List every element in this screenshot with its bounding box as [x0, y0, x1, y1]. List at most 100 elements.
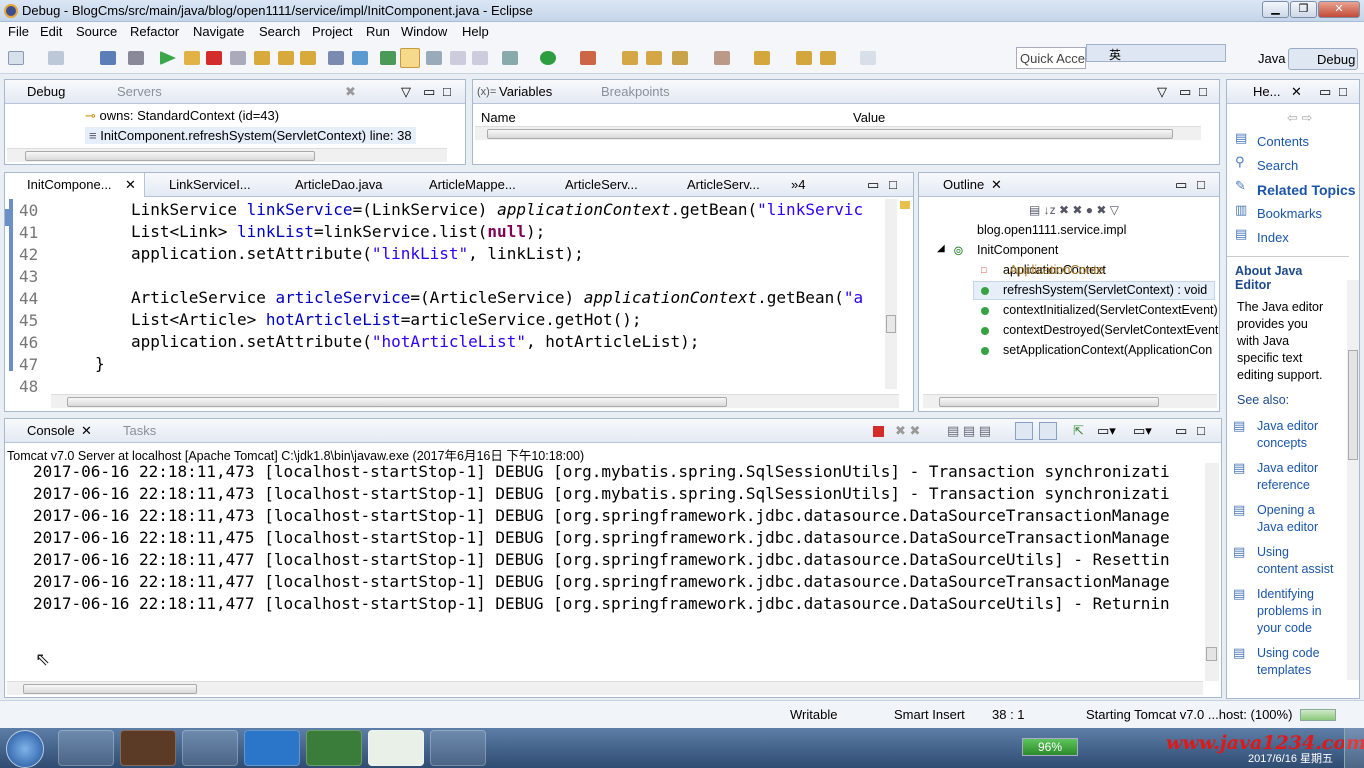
perspective-java[interactable]: Java — [1236, 48, 1289, 70]
open-task-icon[interactable] — [646, 51, 662, 65]
code-area[interactable]: LinkService linkService=(LinkService) ap… — [63, 200, 885, 396]
close-tab-icon[interactable]: ✕ — [991, 177, 1002, 193]
taskbar-eclipse-icon[interactable] — [120, 730, 176, 766]
taskbar-camtasia-icon[interactable] — [306, 730, 362, 766]
minimize-view-icon[interactable]: ▭ — [1175, 177, 1187, 193]
back-nav-icon[interactable] — [820, 51, 836, 65]
debug-row-frame[interactable]: ≡ InitComponent.refreshSystem(ServletCon… — [85, 127, 416, 144]
tab-outline[interactable]: Outline — [943, 177, 984, 192]
ime-bar[interactable]: 英 — [1086, 44, 1226, 62]
suspend-icon[interactable] — [184, 51, 200, 65]
menu-run[interactable]: Run — [366, 24, 390, 39]
pin-console-icon[interactable]: ⇱ — [1073, 423, 1084, 439]
outline-toolbar[interactable]: ▤ ↓z ✖ ✖ ● ✖ ▽ — [1029, 203, 1119, 217]
taskbar-camtasia2-icon[interactable] — [368, 730, 424, 766]
help-topic[interactable]: Identifying problems in your code — [1257, 586, 1322, 637]
maximize-view-icon[interactable]: □ — [889, 177, 897, 192]
outline-hscrollbar[interactable] — [923, 394, 1217, 408]
variables-hscrollbar[interactable] — [475, 126, 1201, 140]
remove-launch-icon[interactable]: ✖ ✖ — [895, 423, 920, 439]
console-output[interactable]: 2017-06-16 22:18:11,473 [localhost-start… — [5, 463, 1205, 675]
console-icon[interactable] — [100, 51, 116, 65]
help-topic[interactable]: Opening a Java editor — [1257, 502, 1318, 536]
minimize-view-icon[interactable]: ▭ — [423, 84, 435, 100]
toggle-icon[interactable] — [426, 51, 442, 65]
help-link-search[interactable]: Search — [1257, 158, 1298, 173]
tab-console[interactable]: Console — [27, 423, 75, 438]
resume-icon[interactable] — [160, 51, 176, 65]
perspective-debug[interactable]: Debug — [1288, 48, 1358, 70]
open-type-icon[interactable] — [622, 51, 638, 65]
drop-to-frame-icon[interactable] — [328, 51, 344, 65]
tab-articledao[interactable]: ArticleDao.java — [295, 177, 382, 192]
outline-member[interactable]: refreshSystem(ServletContext) : void — [1003, 283, 1207, 297]
outline-class[interactable]: InitComponent — [977, 243, 1058, 257]
step-into-icon[interactable] — [254, 51, 270, 65]
collapse-icon[interactable]: ◢ — [937, 243, 945, 254]
start-button[interactable] — [6, 730, 44, 768]
outline-member[interactable]: contextDestroyed(ServletContextEvent — [1003, 323, 1218, 337]
maximize-button[interactable]: ❐ — [1290, 1, 1317, 18]
run-icon[interactable] — [540, 51, 556, 65]
clock-date[interactable]: 2017/6/16 星期五 — [1248, 750, 1333, 766]
menu-window[interactable]: Window — [401, 24, 447, 39]
console-vscrollbar[interactable] — [1205, 463, 1219, 681]
status-progress[interactable]: Starting Tomcat v7.0 ...host: (100%) — [1086, 707, 1292, 722]
terminate-icon[interactable] — [873, 426, 884, 437]
view-menu-icon[interactable]: ▽ — [1157, 84, 1167, 100]
menu-refactor[interactable]: Refactor — [130, 24, 179, 39]
help-topic[interactable]: Using code templates — [1257, 645, 1320, 679]
menu-navigate[interactable]: Navigate — [193, 24, 244, 39]
taskbar-app-icon[interactable] — [430, 730, 486, 766]
help-link-index[interactable]: Index — [1257, 230, 1289, 245]
mark-icon[interactable] — [450, 51, 466, 65]
show-on-output-icon[interactable] — [1039, 422, 1057, 440]
show-desktop-button[interactable] — [1344, 728, 1364, 768]
taskbar-app-icon[interactable] — [58, 730, 114, 766]
close-tab-icon[interactable]: ✕ — [81, 423, 92, 439]
open-console-icon[interactable]: ▭▾ — [1133, 423, 1152, 439]
outline-package[interactable]: blog.open1111.service.impl — [977, 223, 1126, 237]
help-link-related[interactable]: Related Topics — [1257, 182, 1356, 198]
console-toolbar[interactable]: ▤ ▤ ▤ — [947, 423, 991, 439]
minimize-button[interactable]: ▁ — [1262, 1, 1289, 18]
maximize-view-icon[interactable]: □ — [1197, 423, 1205, 438]
editor-hscrollbar[interactable] — [51, 394, 899, 408]
maximize-view-icon[interactable]: □ — [443, 84, 451, 99]
tab-articleservice[interactable]: ArticleServ... — [565, 177, 638, 192]
tab-articlemapper[interactable]: ArticleMappe... — [429, 177, 516, 192]
highlight-icon[interactable] — [400, 48, 420, 68]
close-tab-icon[interactable]: ✕ — [1291, 84, 1302, 100]
help-nav-icon[interactable]: ⇦ ⇨ — [1287, 110, 1312, 126]
tab-help[interactable]: He... — [1253, 84, 1280, 99]
help-link-bookmarks[interactable]: Bookmarks — [1257, 206, 1322, 221]
tab-variables[interactable]: Variables — [499, 84, 552, 99]
help-vscrollbar[interactable] — [1347, 280, 1359, 680]
tab-breakpoints[interactable]: Breakpoints — [601, 84, 670, 99]
debug-config-icon[interactable] — [502, 51, 518, 65]
taskbar-app-icon[interactable] — [182, 730, 238, 766]
annotation-icon[interactable] — [714, 51, 730, 65]
display-console-icon[interactable]: ▭▾ — [1097, 423, 1116, 439]
use-step-filters-icon[interactable] — [352, 51, 368, 65]
debug-toggle-icon[interactable] — [380, 51, 396, 65]
help-topic[interactable]: Java editor concepts — [1257, 418, 1318, 452]
editor-vscrollbar[interactable] — [885, 199, 897, 389]
close-button[interactable]: ✕ — [1318, 1, 1360, 18]
back-icon[interactable] — [796, 51, 812, 65]
outline-member[interactable]: setApplicationContext(ApplicationCon — [1003, 343, 1212, 357]
column-value[interactable]: Value — [853, 110, 885, 125]
skip-breakpoints-icon[interactable] — [128, 51, 144, 65]
battery-indicator[interactable]: 96% — [1022, 738, 1078, 756]
tab-debug[interactable]: Debug — [27, 84, 65, 99]
tab-tasks[interactable]: Tasks — [123, 423, 156, 438]
tab-initcomponent[interactable]: InitCompone... ✕ — [5, 173, 145, 197]
forward-icon[interactable] — [860, 51, 876, 65]
step-over-icon[interactable] — [278, 51, 294, 65]
taskbar-writer-icon[interactable] — [244, 730, 300, 766]
tab-overflow[interactable]: »4 — [791, 177, 805, 192]
disconnect-icon[interactable] — [230, 51, 246, 65]
menu-help[interactable]: Help — [462, 24, 489, 39]
progress-bar[interactable] — [1300, 709, 1336, 721]
maximize-view-icon[interactable]: □ — [1197, 177, 1205, 192]
